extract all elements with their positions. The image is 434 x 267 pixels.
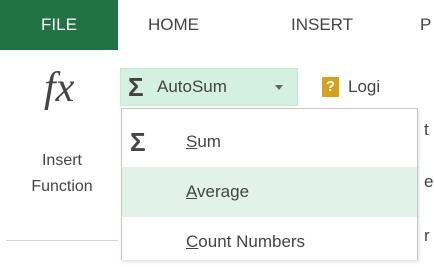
menu-item-label-text: um (197, 132, 221, 151)
insert-function-label: Insert Function (14, 148, 110, 200)
menu-item-label: Sum (186, 117, 221, 167)
menu-item-label-text: ount Numbers (198, 232, 306, 251)
autosum-button[interactable]: Σ AutoSum (120, 68, 298, 106)
insert-function-label-line2: Function (31, 178, 93, 195)
ribbon-text-fragment: r (424, 226, 430, 245)
sigma-icon: Σ (130, 127, 146, 157)
menu-item-access-key: A (186, 182, 198, 201)
sigma-icon: Σ (128, 72, 144, 102)
tab-insert[interactable]: INSERT (291, 0, 353, 50)
chevron-down-icon[interactable] (275, 85, 283, 90)
insert-function-label-line1: Insert (41, 152, 82, 169)
group-divider (6, 240, 118, 241)
autosum-dropdown-menu: Σ Sum Average Count Numbers (121, 108, 418, 260)
tab-page-layout[interactable]: P (420, 0, 431, 50)
logical-label: Logi (348, 77, 381, 96)
ribbon-text-fragment: e (424, 172, 434, 191)
menu-item-access-key: S (186, 132, 198, 151)
tab-file[interactable]: FILE (0, 0, 118, 50)
ribbon-text-fragment: t (424, 120, 429, 139)
menu-item-access-key: C (186, 232, 199, 251)
menu-item-label: Average (186, 167, 249, 217)
logical-icon: ? (322, 77, 339, 97)
ribbon-tab-bar: FILE HOME INSERT P (0, 0, 434, 50)
menu-item-average[interactable]: Average (122, 167, 417, 217)
tab-home[interactable]: HOME (148, 0, 199, 50)
menu-item-sum[interactable]: Σ Sum (122, 117, 417, 167)
autosum-label: AutoSum (157, 77, 227, 96)
fx-icon: fx (44, 65, 75, 111)
menu-item-label-text: verage (197, 182, 250, 201)
